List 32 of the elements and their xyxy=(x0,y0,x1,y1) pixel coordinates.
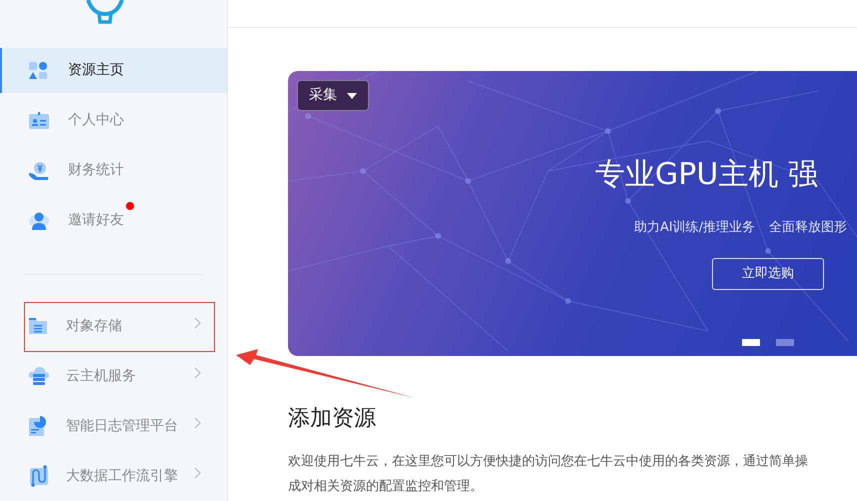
hand-coin-icon xyxy=(28,160,50,180)
user-icon xyxy=(28,210,50,230)
carousel-indicator[interactable] xyxy=(742,339,760,346)
chevron-right-icon xyxy=(194,367,201,379)
nav-item[interactable]: 财务统计 xyxy=(0,148,227,193)
product-menu-item[interactable]: 对象存储 xyxy=(0,301,227,351)
intro-text-line: 成对相关资源的配置监控和管理。 xyxy=(288,478,484,496)
logo-icon xyxy=(84,0,124,25)
chevron-right-icon xyxy=(194,417,201,429)
report-chart-icon xyxy=(28,415,48,437)
banner-subtitle: 助力AI训练/推理业务 xyxy=(634,219,756,237)
cloud-server-icon xyxy=(28,366,50,386)
product-menu-item[interactable]: 云主机服务 xyxy=(0,351,227,401)
folder-icon xyxy=(28,317,48,335)
id-card-icon xyxy=(28,112,50,130)
caret-down-icon xyxy=(347,92,357,98)
carousel-indicator[interactable] xyxy=(776,339,794,346)
nav-item[interactable]: 个人中心 xyxy=(0,98,227,143)
buy-now-button[interactable]: 立即选购 xyxy=(712,258,824,290)
banner-subtitle: 全面释放图形 xyxy=(769,219,848,237)
apps-icon xyxy=(28,62,48,80)
banner-title: 专业GPU主机 强 xyxy=(595,156,819,194)
intro-text-line: 欢迎使用七牛云，在这里您可以方便快捷的访问您在七牛云中使用的各类资源，通过简单操 xyxy=(288,453,809,471)
chevron-right-icon xyxy=(194,467,201,479)
section-heading: 添加资源 xyxy=(288,405,377,433)
chevron-right-icon xyxy=(194,317,201,329)
product-menu-item[interactable]: 智能日志管理平台 xyxy=(0,401,227,451)
nav-item[interactable]: 邀请好友 xyxy=(0,198,227,243)
nav-item[interactable]: 资源主页 xyxy=(0,48,227,93)
category-dropdown[interactable]: 采集 xyxy=(297,80,369,111)
workflow-icon xyxy=(28,465,50,487)
product-menu-item[interactable]: 大数据工作流引擎 xyxy=(0,451,227,501)
